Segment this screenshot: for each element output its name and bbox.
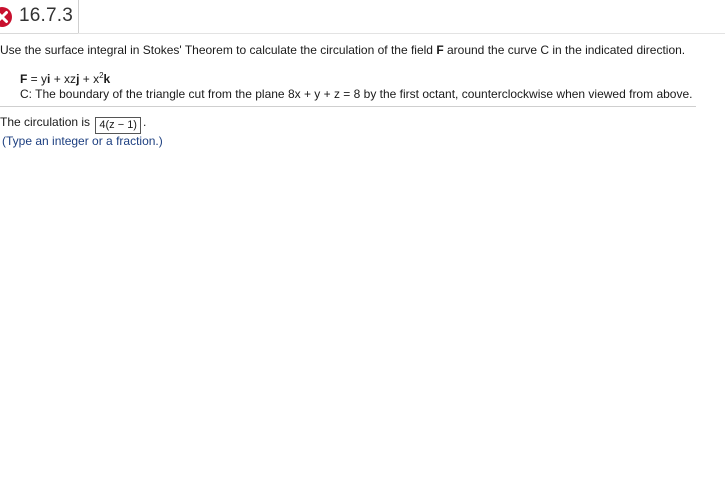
field-definition: F = yi + xzj + x2k <box>20 71 110 86</box>
unit-vector-k: k <box>103 72 111 86</box>
problem-header: 16.7.3 <box>0 0 79 34</box>
problem-number: 16.7.3 <box>19 5 74 26</box>
answer-hint: (Type an integer or a fraction.) <box>2 134 163 148</box>
answer-line: The circulation is 4(z − 1). <box>0 115 146 134</box>
field-def-equals: = y <box>27 72 48 86</box>
answer-prefix: The circulation is <box>0 115 94 129</box>
header-divider <box>78 33 725 34</box>
section-divider <box>0 106 696 107</box>
incorrect-x-icon <box>0 7 12 27</box>
instruction-text-end: around the curve C in the indicated dire… <box>443 43 686 57</box>
instruction-text-start: Use the surface integral in Stokes' Theo… <box>0 43 437 57</box>
curve-definition: C: The boundary of the triangle cut from… <box>20 87 693 101</box>
answer-suffix: . <box>142 115 147 129</box>
field-symbol: F <box>436 43 444 57</box>
answer-input[interactable]: 4(z − 1) <box>95 117 141 134</box>
field-def-xz-term: + xz <box>50 72 77 86</box>
page: 16.7.3 Use the surface integral in Stoke… <box>0 0 725 488</box>
question-instructions: Use the surface integral in Stokes' Theo… <box>0 43 685 57</box>
field-def-x-term: + x <box>79 72 100 86</box>
